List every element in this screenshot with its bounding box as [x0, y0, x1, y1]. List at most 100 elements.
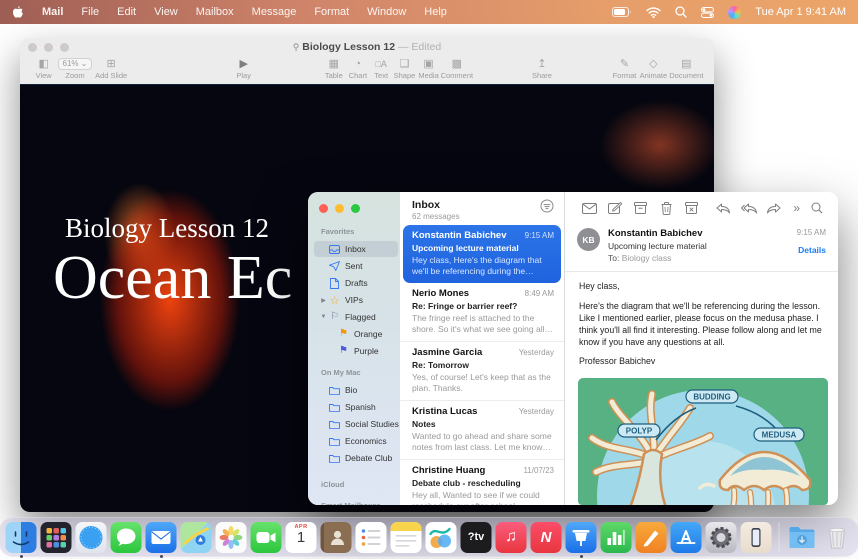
sidebar-item-vips[interactable]: ▶ ☆ VIPs [319, 292, 400, 308]
dock-trash-icon[interactable] [822, 522, 853, 553]
menu-message[interactable]: Message [252, 6, 297, 18]
sidebar-item-sent[interactable]: Sent [319, 258, 400, 274]
details-link[interactable]: Details [797, 245, 826, 255]
keynote-toolbar: ◧ View 61% ⌄ Zoom ⊞ Add Slide ▶ Play ▦ T… [20, 57, 714, 84]
add-slide-button[interactable]: ⊞ Add Slide [93, 58, 130, 80]
sidebar-item-flagged[interactable]: ▼ ⚐ Flagged [319, 309, 400, 325]
search-icon[interactable] [675, 6, 687, 18]
battery-icon[interactable] [612, 7, 632, 17]
dock-mail-icon[interactable] [146, 522, 177, 553]
menu-help[interactable]: Help [424, 6, 447, 18]
menu-window[interactable]: Window [367, 6, 406, 18]
apple-menu[interactable] [12, 5, 24, 19]
medusa-label: MEDUSA [762, 431, 797, 440]
zoom-dropdown[interactable]: 61% ⌄ Zoom [57, 58, 92, 80]
sidebar-item-drafts[interactable]: Drafts [319, 275, 400, 291]
dock-tv-icon[interactable]: ?tv [461, 522, 492, 553]
lifecycle-diagram-image[interactable]: POLYP BUDDING MEDUSA [578, 378, 828, 505]
get-mail-icon[interactable] [577, 200, 602, 216]
shape-button[interactable]: ❑ Shape [392, 58, 416, 80]
sidebar-folder-spanish[interactable]: Spanish [319, 399, 400, 415]
dock-calendar-icon[interactable]: APR 1 [286, 522, 317, 553]
minimize-button[interactable] [335, 204, 344, 213]
menu-bar: Mail File Edit View Mailbox Message Form… [0, 0, 858, 24]
message-row[interactable]: Christine Huang11/07/23 Debate club - re… [400, 459, 564, 505]
menu-bar-clock[interactable]: Tue Apr 1 9:41 AM [755, 6, 846, 18]
sidebar-folder-social-studies[interactable]: Social Studies [319, 416, 400, 432]
play-button[interactable]: ▶ Play [228, 58, 260, 80]
chevron-down-icon[interactable]: ▼ [319, 314, 328, 320]
smart-mailboxes-header[interactable]: Smart Mailboxes [321, 501, 400, 505]
menu-file[interactable]: File [81, 6, 99, 18]
dock-settings-icon[interactable] [706, 522, 737, 553]
dock-photos-icon[interactable] [216, 522, 247, 553]
dock-messages-icon[interactable] [111, 522, 142, 553]
message-row[interactable]: Kristina LucasYesterday Notes Wanted to … [400, 400, 564, 459]
reply-icon[interactable] [710, 200, 735, 216]
dock-keynote-icon[interactable] [566, 522, 597, 553]
format-button[interactable]: ✎ Format [611, 58, 638, 80]
dock-news-icon[interactable]: N [531, 522, 562, 553]
table-button[interactable]: ▦ Table [322, 58, 346, 80]
keynote-titlebar[interactable]: ⚲ Biology Lesson 12 — Edited [20, 38, 714, 57]
dock-facetime-icon[interactable] [251, 522, 282, 553]
reply-all-icon[interactable] [736, 200, 761, 216]
sidebar-folder-economics[interactable]: Economics [319, 433, 400, 449]
slide-title-text[interactable]: Ocean Ec [53, 243, 292, 314]
archive-icon[interactable] [628, 200, 653, 216]
close-button[interactable] [319, 204, 328, 213]
slide-kicker-text[interactable]: Biology Lesson 12 [65, 213, 269, 244]
mail-window[interactable]: Favorites Inbox Sent Drafts ▶ [308, 192, 838, 505]
dock-notes-icon[interactable] [391, 522, 422, 553]
sidebar-folder-bio[interactable]: Bio [319, 382, 400, 398]
menu-edit[interactable]: Edit [117, 6, 136, 18]
share-button[interactable]: ↥ Share [529, 58, 555, 80]
more-icon[interactable]: » [787, 200, 807, 216]
view-button[interactable]: ◧ View [30, 58, 57, 80]
chevron-right-icon[interactable]: ▶ [319, 297, 328, 304]
dock-appstore-icon[interactable] [671, 522, 702, 553]
control-center-icon[interactable] [701, 7, 714, 18]
folder-icon [329, 402, 340, 413]
filter-icon[interactable] [540, 199, 554, 215]
dock-reminders-icon[interactable] [356, 522, 387, 553]
dock-pages-icon[interactable] [636, 522, 667, 553]
wifi-icon[interactable] [646, 7, 661, 18]
forward-icon[interactable] [761, 200, 786, 216]
dock-numbers-icon[interactable] [601, 522, 632, 553]
trash-icon[interactable] [653, 200, 678, 216]
sidebar-item-flag-orange[interactable]: ⚑ Orange [319, 326, 400, 342]
message-row[interactable]: Jasmine GarciaYesterday Re: Tomorrow Yes… [400, 341, 564, 400]
search-icon[interactable] [806, 200, 828, 216]
dock-iphone-mirroring-icon[interactable] [741, 522, 772, 553]
comment-button[interactable]: ▩ Comment [441, 58, 474, 80]
dock-launchpad-icon[interactable] [41, 522, 72, 553]
menu-mail[interactable]: Mail [42, 6, 63, 18]
dock-downloads-icon[interactable] [787, 522, 818, 553]
animate-button[interactable]: ◇ Animate [638, 58, 669, 80]
sidebar-item-flag-purple[interactable]: ⚑ Purple [319, 343, 400, 359]
dock-contacts-icon[interactable] [321, 522, 352, 553]
menu-format[interactable]: Format [314, 6, 349, 18]
dock-maps-icon[interactable] [181, 522, 212, 553]
junk-icon[interactable] [679, 200, 704, 216]
sidebar-folder-debate-club[interactable]: Debate Club [319, 450, 400, 466]
document-button[interactable]: ▤ Document [669, 58, 704, 80]
compose-icon[interactable] [602, 200, 627, 216]
dock-music-icon[interactable]: ♫ [496, 522, 527, 553]
text-button[interactable]: □A Text [370, 58, 392, 80]
icloud-header[interactable]: iCloud [321, 480, 400, 489]
message-row[interactable]: Konstantin Babichev9:15 AM Upcoming lect… [403, 225, 561, 283]
menu-mailbox[interactable]: Mailbox [196, 6, 234, 18]
document-icon: ▤ [681, 58, 691, 70]
siri-icon[interactable] [728, 6, 741, 19]
sidebar-item-inbox[interactable]: Inbox [314, 241, 398, 257]
media-button[interactable]: ▣ Media [417, 58, 441, 80]
dock-finder-icon[interactable] [6, 522, 37, 553]
dock-freeform-icon[interactable] [426, 522, 457, 553]
menu-view[interactable]: View [154, 6, 178, 18]
message-row[interactable]: Nerio Mones8:49 AM Re: Fringe or barrier… [400, 283, 564, 341]
chart-button[interactable]: ◔ Chart [346, 58, 370, 80]
zoom-button[interactable] [351, 204, 360, 213]
dock-safari-icon[interactable] [76, 522, 107, 553]
